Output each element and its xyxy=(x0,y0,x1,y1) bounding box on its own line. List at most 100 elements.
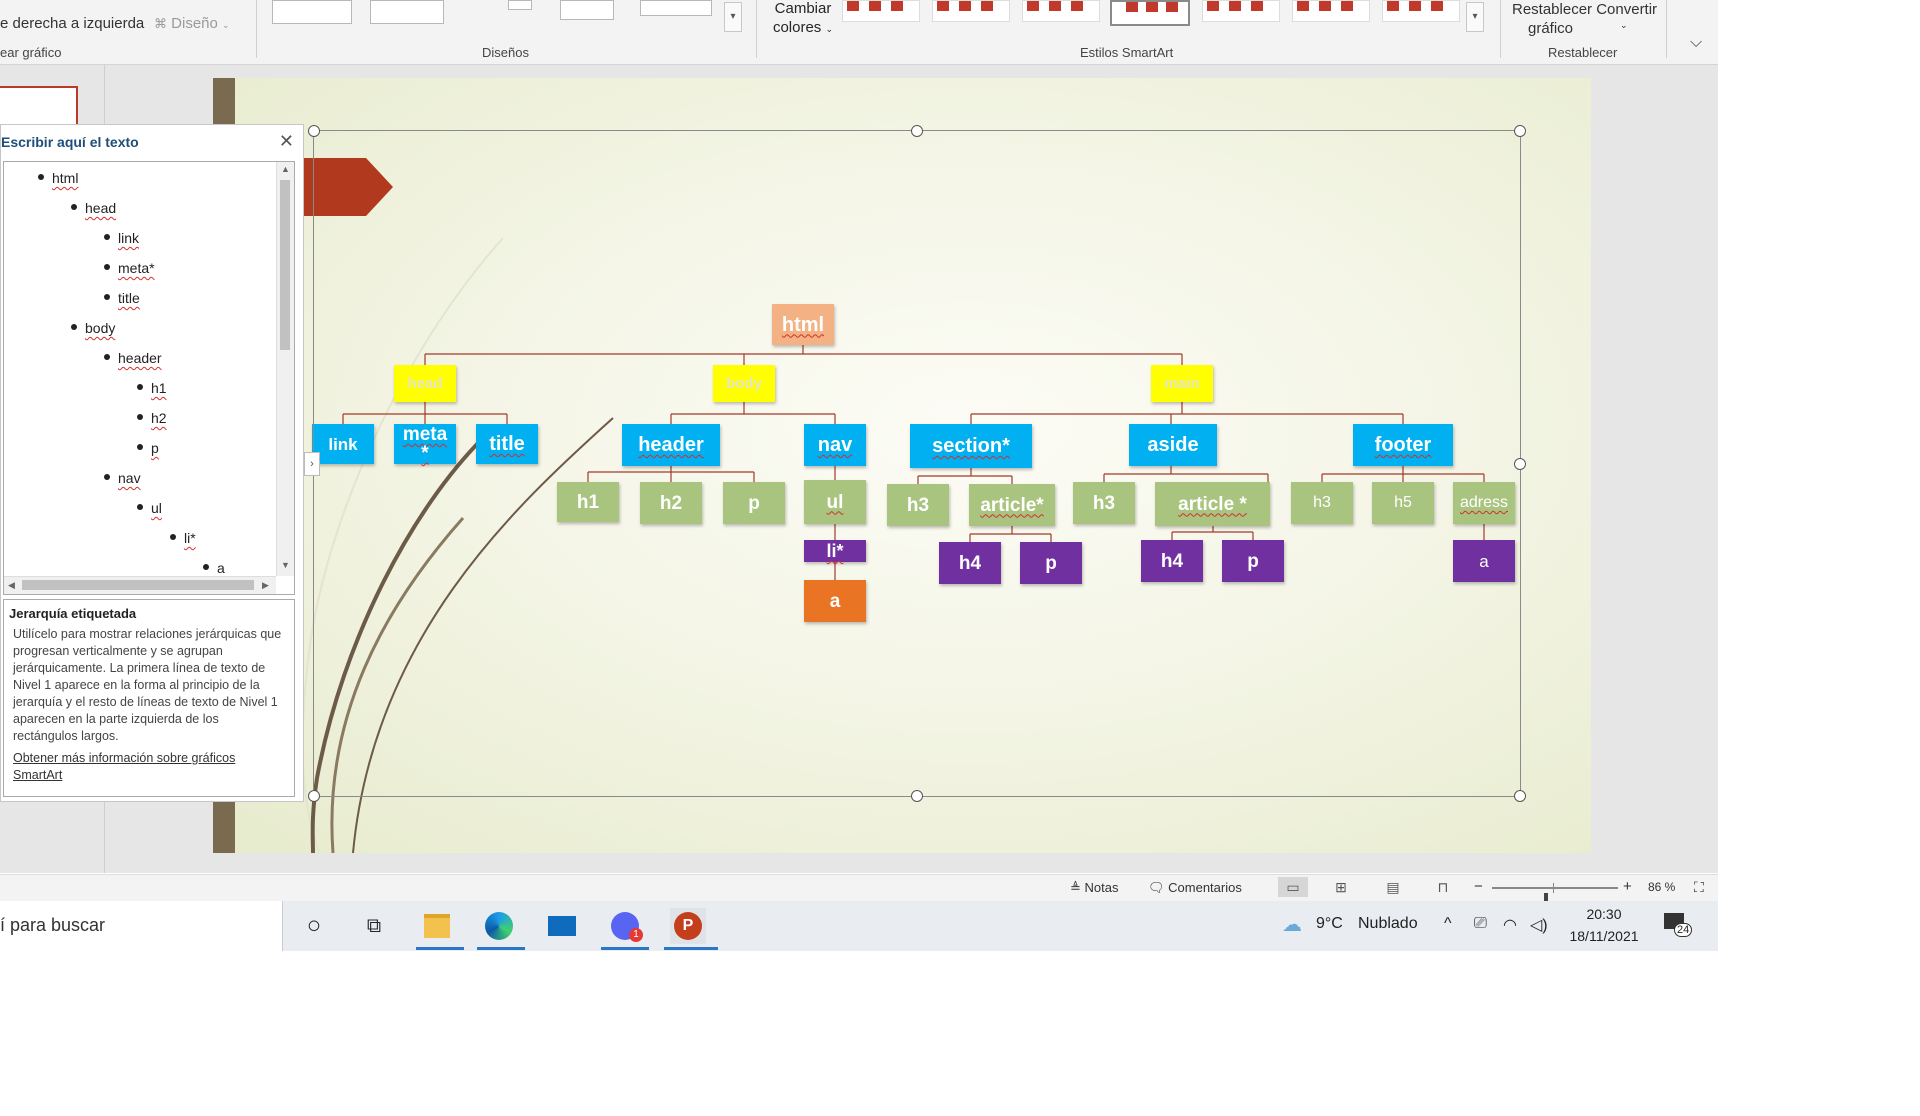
text-pane-bullet-item[interactable]: link xyxy=(104,230,139,246)
scroll-right-icon[interactable]: ▶ xyxy=(262,580,269,591)
chevron-up-icon[interactable]: ^ xyxy=(1444,915,1452,933)
resize-handle-bottom-right[interactable] xyxy=(1514,790,1526,802)
layout-thumbnail-2[interactable] xyxy=(370,0,444,24)
slide-sorter-button[interactable]: ⊞ xyxy=(1326,877,1356,897)
text-pane-bullet-item[interactable]: html xyxy=(38,170,78,186)
close-icon[interactable]: ✕ xyxy=(279,131,294,152)
smartart-style-5[interactable] xyxy=(1202,0,1280,22)
file-explorer-icon[interactable] xyxy=(419,908,455,944)
text-pane-bullet-item[interactable]: ul xyxy=(137,500,162,516)
cortana-icon[interactable]: ○ xyxy=(296,908,332,944)
comments-label: Comentarios xyxy=(1168,880,1242,895)
resize-handle-top-left[interactable] xyxy=(308,125,320,137)
cloud-weather-icon[interactable]: ☁ xyxy=(1282,912,1302,937)
resize-handle-bottom-left[interactable] xyxy=(308,790,320,802)
reading-view-button[interactable]: ▤ xyxy=(1378,877,1408,897)
text-pane-bullet-item[interactable]: h2 xyxy=(137,410,167,426)
zoom-in-button[interactable]: + xyxy=(1623,878,1632,895)
slideshow-button[interactable]: ⊓ xyxy=(1428,877,1458,897)
grid-icon: ⊞ xyxy=(1335,879,1347,895)
resize-handle-bottom[interactable] xyxy=(911,790,923,802)
styles-more-button[interactable]: ▾ xyxy=(1466,2,1484,32)
horizontal-scrollbar[interactable]: ◀ ▶ xyxy=(4,576,276,594)
edge-browser-icon[interactable] xyxy=(481,908,517,944)
text-pane-bullet-item[interactable]: title xyxy=(104,290,140,306)
text-pane-bullet-item[interactable]: meta* xyxy=(104,260,155,276)
layout-thumbnail-5[interactable] xyxy=(640,0,712,16)
notification-center-icon[interactable]: 24 xyxy=(1664,913,1693,937)
clock-time[interactable]: 20:30 xyxy=(1567,906,1641,922)
comments-button[interactable]: 🗨 Comentarios xyxy=(1148,880,1242,896)
bullet-text: html xyxy=(52,170,79,186)
layouts-more-button[interactable]: ▾ xyxy=(724,2,742,32)
scroll-left-icon[interactable]: ◀ xyxy=(8,580,15,591)
vertical-scrollbar[interactable]: ▲ ▼ xyxy=(276,162,294,576)
zoom-percent[interactable]: 86 % xyxy=(1648,880,1675,894)
resize-handle-top-right[interactable] xyxy=(1514,125,1526,137)
text-pane-bullet-item[interactable]: head xyxy=(71,200,116,216)
separator xyxy=(1500,0,1501,58)
smartart-style-6[interactable] xyxy=(1292,0,1370,22)
bullet-icon xyxy=(38,174,44,181)
text-pane-bullet-item[interactable]: p xyxy=(137,440,159,456)
scroll-up-icon[interactable]: ▲ xyxy=(281,164,290,174)
smartart-style-4-selected[interactable] xyxy=(1110,0,1190,26)
wifi-icon[interactable]: ◠ xyxy=(1503,915,1517,935)
text-pane-bullet-item[interactable]: nav xyxy=(104,470,141,486)
collapse-ribbon-icon[interactable]: ⌵ xyxy=(1690,34,1702,52)
task-view-icon[interactable]: ⧉ xyxy=(356,908,392,944)
layout-thumbnail-4[interactable] xyxy=(560,0,614,20)
resize-handle-right[interactable] xyxy=(1514,458,1526,470)
zoom-slider[interactable] xyxy=(1492,887,1618,907)
text-pane-bullet-item[interactable]: a xyxy=(203,560,225,576)
normal-view-button[interactable]: ▭ xyxy=(1278,877,1308,897)
text-pane-bullet-item[interactable]: h1 xyxy=(137,380,167,396)
right-to-left-button[interactable]: e derecha a izquierda xyxy=(0,15,144,32)
clock-date[interactable]: 18/11/2021 xyxy=(1562,928,1646,944)
reset-graphic-button[interactable]: gráfico xyxy=(1528,20,1573,37)
taskbar-search-box[interactable]: í para buscar xyxy=(0,901,283,951)
notification-count: 24 xyxy=(1674,923,1693,937)
change-colors-button[interactable]: Cambiar colores ⌄ xyxy=(768,0,838,40)
discord-icon[interactable]: 1 xyxy=(607,908,643,944)
bullet-text: head xyxy=(85,200,117,216)
notes-button[interactable]: ≜ Notas xyxy=(1070,880,1119,896)
separator xyxy=(256,0,257,58)
powerpoint-icon[interactable]: P xyxy=(670,908,706,944)
bullet-icon xyxy=(104,354,110,361)
zoom-out-button[interactable]: − xyxy=(1474,878,1483,895)
bullet-text: a xyxy=(217,560,225,576)
volume-icon[interactable]: ◁) xyxy=(1530,915,1548,935)
layout-thumbnail-1[interactable] xyxy=(272,0,352,24)
design-layout-button[interactable]: ⌘ Diseño ⌄ xyxy=(154,15,230,32)
fit-to-window-icon[interactable]: ⛶ xyxy=(1694,879,1704,896)
bullet-icon xyxy=(104,264,110,271)
scrollbar-thumb[interactable] xyxy=(280,180,290,350)
chevron-down-icon: ▾ xyxy=(1472,11,1478,22)
text-pane-bullet-item[interactable]: li* xyxy=(170,530,196,546)
smartart-style-3[interactable] xyxy=(1022,0,1100,22)
mail-icon[interactable] xyxy=(544,908,580,944)
scrollbar-thumb[interactable] xyxy=(22,580,254,590)
smartart-style-7[interactable] xyxy=(1382,0,1460,22)
bullet-icon xyxy=(104,234,110,241)
running-indicator xyxy=(477,947,525,950)
notes-label: Notas xyxy=(1084,880,1119,895)
text-pane-list[interactable]: html head link meta* title body header h1 h2 p nav… xyxy=(3,161,295,595)
reset-convert-labels[interactable]: Restablecer Convertir xyxy=(1512,1,1657,18)
layout-thumbnail-3[interactable] xyxy=(508,0,532,10)
smartart-style-1[interactable] xyxy=(842,0,920,22)
chevron-down-icon[interactable]: ⌄ xyxy=(1620,20,1628,31)
text-pane-bullet-item[interactable]: header xyxy=(104,350,162,366)
resize-handle-top[interactable] xyxy=(911,125,923,137)
status-bar: ≜ Notas 🗨 Comentarios ▭ ⊞ ▤ ⊓ − + 86 % ⛶ xyxy=(0,874,1718,907)
weather-condition[interactable]: Nublado xyxy=(1358,915,1418,933)
slide-thumbnail-1[interactable] xyxy=(0,86,78,126)
smartart-style-2[interactable] xyxy=(932,0,1010,22)
meet-now-icon[interactable]: ⎚ xyxy=(1474,915,1487,933)
text-pane-bullet-item[interactable]: body xyxy=(71,320,115,336)
scroll-down-icon[interactable]: ▼ xyxy=(281,560,290,570)
weather-temperature[interactable]: 9°C xyxy=(1316,915,1343,933)
text-pane-toggle-button[interactable]: › xyxy=(304,452,320,476)
more-info-link[interactable]: Obtener más información sobre gráficos S… xyxy=(13,750,285,784)
